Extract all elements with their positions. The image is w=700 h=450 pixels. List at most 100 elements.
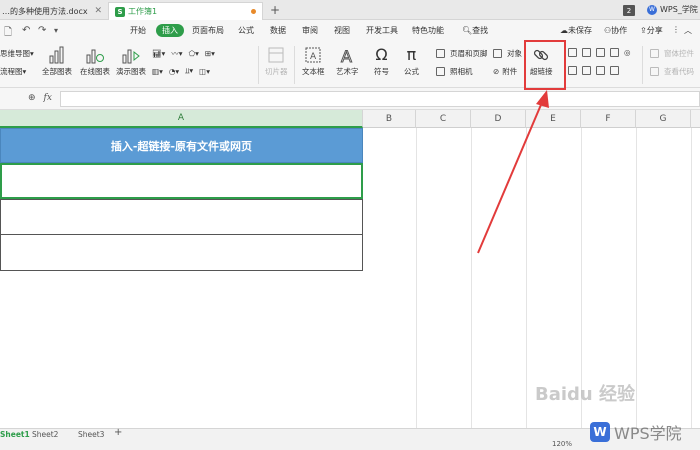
close-icon[interactable]: ✕ bbox=[94, 6, 102, 16]
demo-chart-icon bbox=[122, 44, 140, 64]
online-chart-icon bbox=[86, 44, 104, 64]
unsaved-label: 未保存 bbox=[568, 26, 592, 35]
redo-icon[interactable]: ↷ bbox=[38, 25, 46, 36]
radio-control-icon[interactable]: ◎ bbox=[624, 48, 631, 57]
grid-line bbox=[526, 128, 527, 428]
attachment-button[interactable]: ⊘ 附件 bbox=[493, 66, 517, 77]
form-controls-button[interactable]: 窗体控件 bbox=[650, 48, 694, 59]
checkbox-control-icon[interactable] bbox=[610, 48, 619, 57]
online-charts-button[interactable]: 在线图表 bbox=[80, 44, 110, 77]
symbol-label: 符号 bbox=[374, 67, 389, 76]
camera-button[interactable]: 照相机 bbox=[436, 66, 473, 77]
column-header-d[interactable]: D bbox=[471, 110, 526, 128]
more-options-icon[interactable]: ⋮ bbox=[672, 25, 680, 34]
undo-icon[interactable]: ↶ bbox=[22, 25, 30, 36]
add-sheet-icon[interactable]: + bbox=[114, 427, 122, 438]
menu-data[interactable]: 数据 bbox=[270, 25, 286, 36]
menu-search-label: 查找 bbox=[472, 26, 489, 35]
collapse-ribbon-icon[interactable]: ︿ bbox=[684, 25, 692, 36]
doc-tab[interactable]: …的多种使用方法.docx ✕ bbox=[0, 2, 108, 20]
formula-input[interactable] bbox=[60, 91, 700, 107]
zoom-formula-icon[interactable]: ⊕ bbox=[28, 93, 36, 103]
listbox-control-icon[interactable] bbox=[568, 66, 577, 75]
demo-charts-button[interactable]: 演示图表 bbox=[116, 44, 146, 77]
sheet-tab-1[interactable]: Sheet1 bbox=[0, 430, 30, 439]
column-header-e[interactable]: E bbox=[526, 110, 581, 128]
groupbox-control-icon[interactable] bbox=[582, 48, 591, 57]
wordart-button[interactable]: A 艺术字 bbox=[336, 44, 359, 77]
fx-icon[interactable]: fx bbox=[44, 93, 52, 103]
sheet-tab-3[interactable]: Sheet3 bbox=[78, 430, 104, 439]
grid-line bbox=[471, 128, 472, 428]
header-footer-button[interactable]: 页眉和页脚 bbox=[436, 48, 488, 59]
mindmap-button[interactable]: 思维导图 ▾ bbox=[0, 48, 34, 59]
scrollbar-control-icon[interactable] bbox=[610, 66, 619, 75]
button-control-icon[interactable] bbox=[596, 48, 605, 57]
textbox-button[interactable]: A 文本框 bbox=[302, 44, 325, 77]
formula-button[interactable]: π 公式 bbox=[404, 44, 419, 77]
window-count-badge[interactable]: 2 bbox=[623, 5, 635, 16]
wps-watermark-text: WPS学院 bbox=[614, 424, 682, 443]
ribbon-insert: 思维导图 ▾ 流程图 ▾ 全部图表 在线图表 演示图表 📊︎▾ 〰▾ ⬠▾ ⊞▾ ▥… bbox=[0, 42, 700, 88]
formula-tools: ⊕ fx bbox=[28, 93, 52, 103]
menu-review[interactable]: 审阅 bbox=[302, 25, 318, 36]
controls-row1: ◎ bbox=[568, 48, 631, 57]
open-icon[interactable]: 🗋 bbox=[4, 25, 12, 42]
all-charts-label: 全部图表 bbox=[42, 67, 72, 76]
more-icon[interactable]: ▾ bbox=[54, 26, 58, 35]
bar-chart-icon[interactable]: ▥▾ bbox=[152, 67, 163, 76]
column-header-c[interactable]: C bbox=[416, 110, 471, 128]
column-header-a[interactable]: A bbox=[0, 110, 363, 128]
other-chart-icon[interactable]: ◫▾ bbox=[199, 67, 210, 76]
camera-icon bbox=[436, 67, 445, 76]
grid-line bbox=[691, 128, 692, 428]
menu-page-layout[interactable]: 页面布局 bbox=[192, 25, 224, 36]
column-chart-icon[interactable]: 📊︎▾ bbox=[152, 49, 165, 58]
spreadsheet-icon: S bbox=[115, 6, 125, 17]
flowchart-button[interactable]: 流程图 ▾ bbox=[0, 66, 26, 77]
menu-formulas[interactable]: 公式 bbox=[238, 25, 254, 36]
label-control-icon[interactable] bbox=[568, 48, 577, 57]
menu-insert[interactable]: 插入 bbox=[156, 24, 184, 37]
combobox-control-icon[interactable] bbox=[582, 66, 591, 75]
spin-control-icon[interactable] bbox=[596, 66, 605, 75]
view-code-button[interactable]: 查看代码 bbox=[650, 66, 694, 77]
object-icon bbox=[493, 49, 502, 58]
unsaved-button[interactable]: ☁未保存 bbox=[560, 25, 592, 36]
column-header-b[interactable]: B bbox=[363, 110, 416, 128]
column-header-g[interactable]: G bbox=[636, 110, 691, 128]
demo-charts-label: 演示图表 bbox=[116, 67, 146, 76]
area-chart-icon[interactable]: ⬠▾ bbox=[189, 49, 199, 58]
share-icon: ⇪ bbox=[640, 26, 647, 35]
cell-a2[interactable] bbox=[0, 163, 363, 199]
menu-home[interactable]: 开始 bbox=[130, 25, 146, 36]
menu-developer[interactable]: 开发工具 bbox=[366, 25, 398, 36]
share-button[interactable]: ⇪分享 bbox=[640, 25, 663, 36]
symbol-button[interactable]: Ω 符号 bbox=[374, 44, 389, 77]
scatter-chart-icon[interactable]: ⊞▾ bbox=[205, 49, 215, 58]
object-button[interactable]: 对象 bbox=[493, 48, 522, 59]
sheet-tab[interactable]: S 工作簿1 bbox=[108, 2, 263, 20]
cell-a3[interactable] bbox=[0, 199, 363, 235]
account-area[interactable]: W WPS_学院 bbox=[647, 4, 698, 15]
cell-a1[interactable]: 插入-超链接-原有文件或网页 bbox=[0, 128, 363, 163]
pie-chart-icon[interactable]: ◔▾ bbox=[169, 67, 179, 76]
menu-search[interactable]: 🔍︎查找 bbox=[462, 25, 488, 36]
slicer-label: 切片器 bbox=[265, 67, 288, 76]
column-header-f[interactable]: F bbox=[581, 110, 636, 128]
wps-account-icon: W bbox=[647, 4, 657, 15]
slicer-button[interactable]: 切片器 bbox=[265, 44, 288, 77]
new-tab-icon[interactable]: + bbox=[270, 3, 280, 17]
header-footer-label: 页眉和页脚 bbox=[450, 49, 488, 58]
line-chart-icon[interactable]: 〰▾ bbox=[171, 48, 182, 59]
menu-view[interactable]: 视图 bbox=[334, 25, 350, 36]
wps-logo-icon: W bbox=[590, 422, 610, 442]
collab-button[interactable]: ⚇协作 bbox=[604, 25, 627, 36]
online-charts-label: 在线图表 bbox=[80, 67, 110, 76]
menu-features[interactable]: 特色功能 bbox=[412, 25, 444, 36]
stock-chart-icon[interactable]: ⫫▾ bbox=[185, 66, 193, 76]
sheet-tab-2[interactable]: Sheet2 bbox=[32, 430, 58, 439]
cell-a4[interactable] bbox=[0, 235, 363, 271]
all-charts-button[interactable]: 全部图表 bbox=[42, 44, 72, 77]
zoom-level[interactable]: 120% bbox=[552, 440, 572, 448]
